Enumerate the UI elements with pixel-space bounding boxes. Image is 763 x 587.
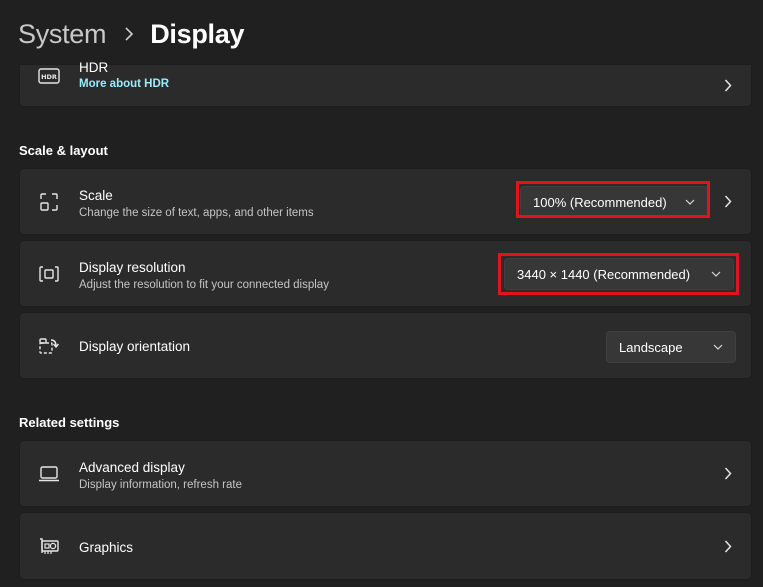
- chevron-right-icon: [721, 539, 735, 553]
- resolution-dropdown-value: 3440 × 1440 (Recommended): [517, 266, 691, 282]
- advanced-display-subtitle: Display information, refresh rate: [79, 479, 242, 491]
- monitor-icon: [38, 463, 60, 485]
- page-title: Display: [150, 18, 245, 49]
- advanced-display-card[interactable]: Advanced display Display information, re…: [19, 440, 752, 507]
- scale-dropdown[interactable]: 100% (Recommended): [520, 186, 708, 218]
- svg-text:HDR: HDR: [41, 73, 57, 81]
- advanced-display-title: Advanced display: [79, 460, 185, 475]
- orientation-dropdown-value: Landscape: [619, 339, 683, 355]
- hdr-title: HDR: [79, 60, 109, 75]
- chevron-right-icon: [124, 27, 134, 41]
- chevron-right-icon: [721, 467, 735, 481]
- breadcrumb-system[interactable]: System: [18, 19, 107, 50]
- section-related-settings: Related settings: [19, 415, 120, 430]
- resolution-icon: [38, 263, 60, 285]
- resolution-title: Display resolution: [79, 260, 186, 275]
- resolution-dropdown[interactable]: 3440 × 1440 (Recommended): [504, 258, 734, 290]
- orientation-dropdown[interactable]: Landscape: [606, 331, 736, 363]
- resolution-card: Display resolution Adjust the resolution…: [19, 240, 752, 307]
- graphics-card[interactable]: Graphics: [19, 512, 752, 580]
- hdr-icon: HDR: [38, 65, 60, 87]
- chevron-right-icon: [721, 79, 735, 93]
- hdr-card[interactable]: HDR HDR More about HDR: [19, 60, 752, 107]
- graphics-title: Graphics: [79, 540, 134, 555]
- graphics-card-icon: [38, 535, 60, 557]
- orientation-title: Display orientation: [79, 339, 191, 354]
- scale-card[interactable]: Scale Change the size of text, apps, and…: [19, 168, 752, 235]
- scale-title: Scale: [79, 188, 113, 203]
- chevron-down-icon: [685, 199, 695, 205]
- chevron-down-icon: [713, 344, 723, 350]
- orientation-icon: [38, 335, 60, 357]
- section-scale-layout: Scale & layout: [19, 143, 108, 158]
- chevron-right-icon[interactable]: [721, 195, 735, 209]
- more-about-hdr-link[interactable]: More about HDR: [79, 76, 169, 92]
- orientation-card: Display orientation Landscape: [19, 312, 752, 379]
- resolution-subtitle: Adjust the resolution to fit your connec…: [79, 279, 329, 291]
- chevron-down-icon: [711, 271, 721, 277]
- breadcrumb: System Display: [18, 14, 244, 54]
- scale-icon: [38, 191, 60, 213]
- scale-subtitle: Change the size of text, apps, and other…: [79, 207, 314, 219]
- scale-dropdown-value: 100% (Recommended): [533, 194, 667, 210]
- settings-window: System Display HDR HDR More about HDR Sc…: [0, 0, 763, 587]
